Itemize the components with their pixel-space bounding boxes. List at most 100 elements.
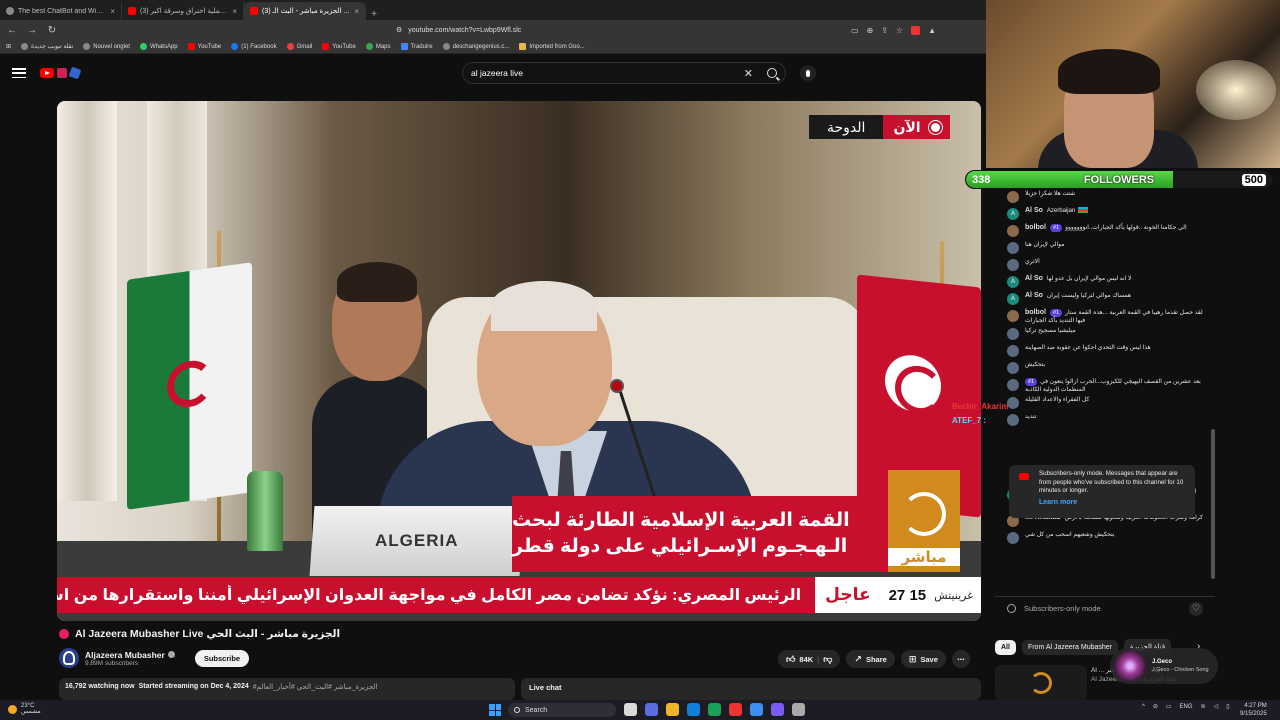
live-chat[interactable]: شتت هلا شكرا جزيلا A Al So Azerbaijan bolbol… — [995, 189, 1217, 594]
chat-avatar[interactable] — [1007, 191, 1019, 203]
bookmark-whatsapp[interactable]: WhatsApp — [139, 43, 178, 50]
app-icon[interactable] — [771, 703, 784, 716]
bookmark-folder-imported[interactable]: Imported from Goo... — [519, 43, 585, 50]
bookmark-dexchange[interactable]: deschangegenius.c... — [442, 43, 509, 50]
bookmark-youtube-2[interactable]: YouTube — [322, 43, 356, 50]
chat-avatar[interactable] — [1007, 259, 1019, 271]
thumbs-down-icon[interactable]: 👎︎ — [823, 654, 832, 665]
menu-icon[interactable] — [12, 68, 26, 78]
search-icon[interactable] — [767, 68, 777, 78]
cast-icon[interactable]: ▭ — [851, 26, 859, 35]
back-icon[interactable]: ← — [6, 25, 18, 36]
volume-icon[interactable]: ◁ — [1214, 703, 1219, 710]
app-icon[interactable] — [792, 703, 805, 716]
chat-avatar[interactable] — [1007, 345, 1019, 357]
chip-all[interactable]: All — [995, 639, 1016, 655]
chip-from-channel[interactable]: From Al Jazeera Mubasher — [1021, 639, 1118, 655]
battery-icon[interactable]: ▯ — [1226, 703, 1229, 710]
taskbar-clock[interactable]: 4:27 PM 9/15/2025 — [1240, 702, 1267, 718]
browser-tab-2[interactable]: (3) كيف تمت عملية اختراق وسرقة اكبر ... … — [122, 2, 244, 20]
recommended-thumbnail[interactable] — [995, 665, 1087, 701]
chat-message: هذا ليس وقت التحدي احكوا عن عقوبة ضد الص… — [995, 343, 1217, 360]
site-info-icon[interactable]: ⚙ — [396, 26, 402, 34]
bookmark-star-icon[interactable]: ☆ — [896, 26, 903, 35]
bookmark-translate[interactable]: Traduire — [400, 43, 433, 50]
chat-avatar[interactable]: A — [1007, 276, 1019, 288]
folder-icon[interactable]: ▭ — [1166, 703, 1172, 710]
weather-widget[interactable]: 23°C مشمس — [8, 703, 41, 715]
task-view-icon[interactable] — [624, 703, 637, 716]
channel-name[interactable]: Aljazeera Mubasher — [85, 650, 175, 660]
chat-author[interactable]: bolbol — [1025, 224, 1046, 231]
chevron-up-icon[interactable]: ^ — [1142, 704, 1145, 710]
forward-icon[interactable]: → — [26, 25, 38, 36]
description-box[interactable]: 16,792 watching now Started streaming on… — [59, 678, 515, 700]
reload-icon[interactable]: ↻ — [46, 25, 58, 36]
chat-scrollbar[interactable] — [1211, 189, 1215, 594]
network-icon[interactable]: ⊘ — [1153, 703, 1158, 710]
chat-avatar[interactable] — [1007, 532, 1019, 544]
chat-avatar[interactable] — [1007, 310, 1019, 322]
share-page-icon[interactable]: ⇪ — [881, 26, 888, 35]
chat-avatar[interactable] — [1007, 242, 1019, 254]
webcam-overlay — [986, 0, 1280, 168]
chat-avatar[interactable] — [1007, 379, 1019, 391]
extension-icon[interactable] — [911, 25, 921, 35]
chrome-icon[interactable] — [750, 703, 763, 716]
bookmark-gmail[interactable]: Gmail — [286, 43, 312, 50]
copilot-icon[interactable] — [645, 703, 658, 716]
chat-avatar[interactable] — [1007, 414, 1019, 426]
clear-search-icon[interactable]: ✕ — [744, 67, 753, 80]
browser-tab-1[interactable]: The best ChatBot and Widgets for Y... × — [0, 2, 122, 20]
chat-avatar[interactable] — [1007, 328, 1019, 340]
voice-search-icon[interactable] — [800, 65, 816, 81]
edge-icon[interactable] — [687, 703, 700, 716]
heart-icon[interactable]: ♡ — [1189, 601, 1203, 616]
chat-author[interactable]: bolbol — [1025, 309, 1046, 316]
chat-message: بتحكيش وشعبهم اسحب من كل شي — [995, 530, 1217, 547]
bookmark-new-tab-ar[interactable]: نقلة تبويب جديدة — [21, 43, 73, 50]
profile-icon[interactable]: ▲ — [928, 26, 936, 35]
bookmark-facebook[interactable]: (1) Facebook — [231, 43, 277, 50]
url-field[interactable]: ⚙ youtube.com/watch?v=Lwbp9Wfl.slc ▭ ⊕ ⇪… — [396, 23, 936, 37]
file-explorer-icon[interactable] — [666, 703, 679, 716]
subscribe-button[interactable]: Subscribe — [194, 649, 250, 667]
close-tab-icon[interactable]: × — [110, 7, 115, 16]
zoom-icon[interactable]: ⊕ — [867, 26, 874, 35]
apps-grid-icon[interactable]: ⊞ — [6, 43, 11, 50]
facebook-icon — [231, 43, 239, 50]
close-tab-icon[interactable]: × — [232, 7, 237, 16]
chat-avatar[interactable] — [1007, 225, 1019, 237]
store-icon[interactable] — [708, 703, 721, 716]
bookmark-youtube[interactable]: YouTube — [187, 43, 221, 50]
like-button[interactable]: 👍︎ 84K | 👎︎ — [778, 650, 841, 668]
lang-indicator[interactable]: ENG — [1180, 704, 1193, 710]
chat-avatar[interactable] — [1007, 397, 1019, 409]
chat-avatar[interactable] — [1007, 362, 1019, 374]
wifi-icon[interactable]: ≋ — [1201, 703, 1206, 710]
bookmark-new-tab[interactable]: Nouvel onglet — [83, 43, 130, 50]
video-player[interactable]: ALGERIA الدوحة الآن القمة العربية الإسلا… — [57, 101, 981, 621]
share-button[interactable]: ↗ Share — [846, 650, 895, 668]
brave-icon[interactable] — [729, 703, 742, 716]
channel-avatar[interactable] — [59, 648, 79, 668]
live-chat-header[interactable]: Live chat — [521, 678, 981, 700]
learn-more-link[interactable]: Learn more — [1039, 499, 1187, 508]
info-icon[interactable] — [1007, 604, 1016, 613]
save-button[interactable]: ⊞ Save — [900, 650, 946, 668]
chat-author[interactable]: Al So — [1025, 275, 1043, 282]
chat-avatar[interactable]: A — [1007, 293, 1019, 305]
taskbar-search[interactable]: Search — [508, 703, 616, 717]
chat-avatar[interactable]: A — [1007, 208, 1019, 220]
bookmark-maps[interactable]: Maps — [365, 43, 391, 50]
chat-author[interactable]: Al So — [1025, 207, 1043, 214]
search-input[interactable]: al jazeera live ✕ — [462, 62, 786, 84]
chat-author[interactable]: Al So — [1025, 292, 1043, 299]
more-actions-icon[interactable]: ⋯ — [951, 650, 970, 668]
browser-tab-3[interactable]: (3) الجزيرة مباشر - البث الـ ... × — [244, 2, 366, 20]
chrome-icon — [83, 43, 91, 50]
youtube-logo[interactable] — [40, 66, 82, 80]
new-tab-icon[interactable]: + — [366, 9, 382, 20]
windows-start-icon[interactable] — [489, 704, 501, 716]
close-tab-icon[interactable]: × — [354, 7, 359, 16]
